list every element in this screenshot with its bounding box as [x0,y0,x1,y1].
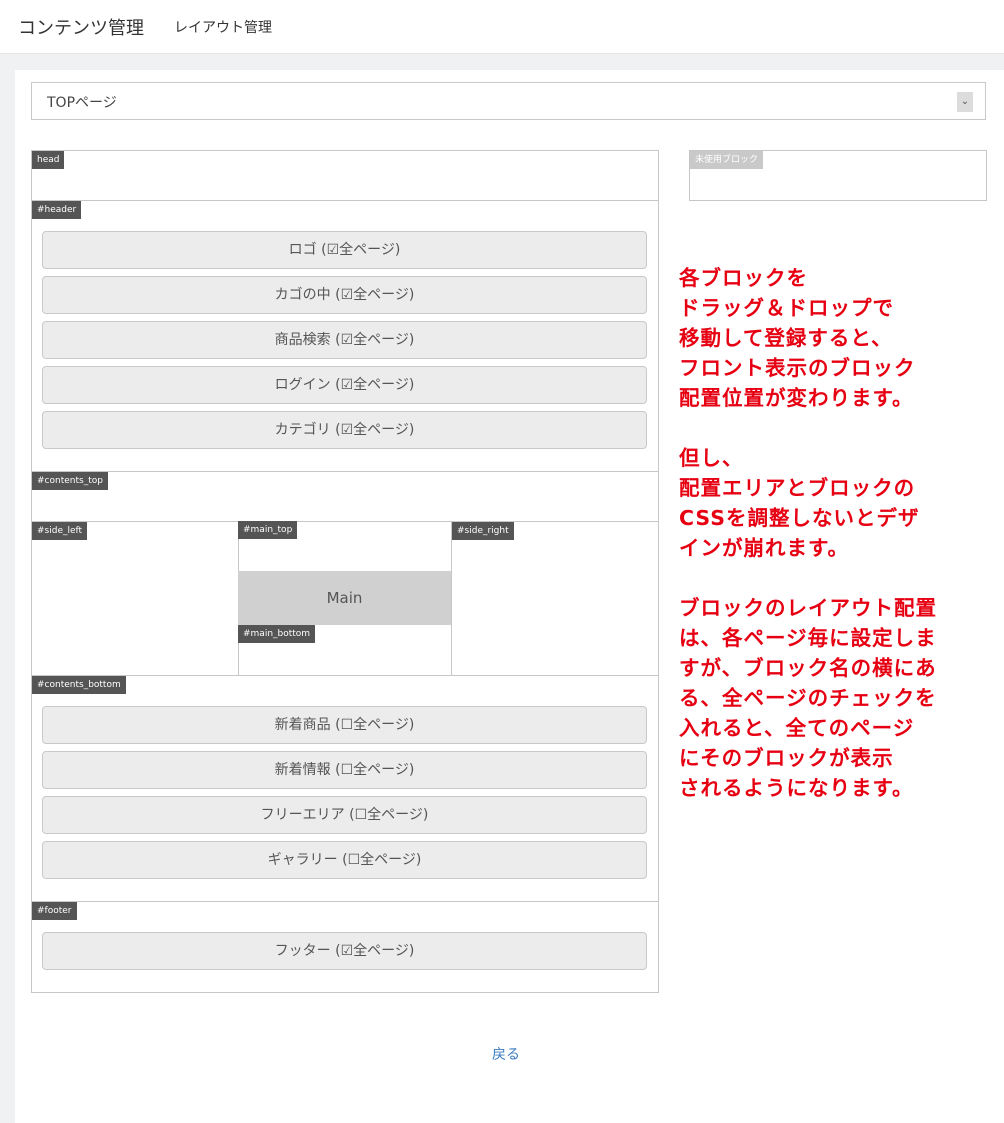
annotation-line: フロント表示のブロック [679,356,916,380]
annotation-line: る、全ページのチェックを [679,686,937,710]
annotation-line: 但し、 [679,446,744,470]
block-item[interactable]: フリーエリア (☐全ページ) [42,796,647,834]
annotation-line: 配置エリアとブロックの [679,476,916,500]
annotation-line: 入れると、全てのページ [679,716,915,740]
annotation-line: 各ブロックを [679,266,808,290]
area-label-side-left: #side_left [32,522,88,540]
area-main-top[interactable]: #main_top [238,521,451,571]
area-label-main-bottom: #main_bottom [238,625,316,643]
area-label-main-top: #main_top [238,521,298,539]
block-item[interactable]: カゴの中 (☑全ページ) [42,276,647,314]
annotation-line: CSSを調整しないとデザ [679,506,920,530]
area-label-head: head [32,151,65,169]
block-item[interactable]: ロゴ (☑全ページ) [42,231,647,269]
page-select[interactable]: TOPページ ⌄ [31,82,986,120]
area-head[interactable]: head [31,150,659,201]
area-label-unused: 未使用ブロック [690,151,764,169]
annotation-line: インが崩れます。 [679,536,849,560]
annotation-line: すが、ブロック名の横にあ [679,656,937,680]
area-contents-top[interactable]: #contents_top [31,471,659,522]
annotation-line: 移動して登録すると、 [679,326,893,350]
area-label-contents-top: #contents_top [32,472,108,490]
area-label-footer: #footer [32,902,77,920]
area-label-header: #header [32,201,82,219]
area-unused-blocks[interactable]: 未使用ブロック [689,150,987,201]
back-link[interactable]: 戻る [492,1044,520,1064]
annotation-line: ドラッグ＆ドロップで [679,296,894,320]
area-main-bottom[interactable]: #main_bottom [238,625,451,675]
block-item[interactable]: カテゴリ (☑全ページ) [42,411,647,449]
annotation-line: は、各ページ毎に設定しま [679,626,937,650]
area-side-right[interactable]: #side_right [451,521,659,676]
annotation-line: されるようになります。 [679,776,914,800]
annotation-line: ブロックのレイアウト配置 [679,596,937,620]
area-side-left[interactable]: #side_left [31,521,239,676]
block-item[interactable]: 商品検索 (☑全ページ) [42,321,647,359]
page-title: コンテンツ管理 [18,18,144,39]
top-bar: コンテンツ管理 レイアウト管理 [0,0,1004,54]
block-item[interactable]: 新着商品 (☐全ページ) [42,706,647,744]
block-item[interactable]: ギャラリー (☐全ページ) [42,841,647,879]
area-label-contents-bottom: #contents_bottom [32,676,126,694]
block-item[interactable]: ログイン (☑全ページ) [42,366,647,404]
annotation-line: 配置位置が変わります。 [679,386,914,410]
page-subtitle: レイアウト管理 [174,20,272,36]
annotation-line: にそのブロックが表示 [679,746,894,770]
main-area: Main [238,571,451,625]
block-item[interactable]: フッター (☑全ページ) [42,932,647,970]
chevron-down-icon[interactable]: ⌄ [957,92,973,112]
page-select-value: TOPページ [47,95,117,111]
block-item[interactable]: 新着情報 (☐全ページ) [42,751,647,789]
area-label-side-right: #side_right [452,522,514,540]
